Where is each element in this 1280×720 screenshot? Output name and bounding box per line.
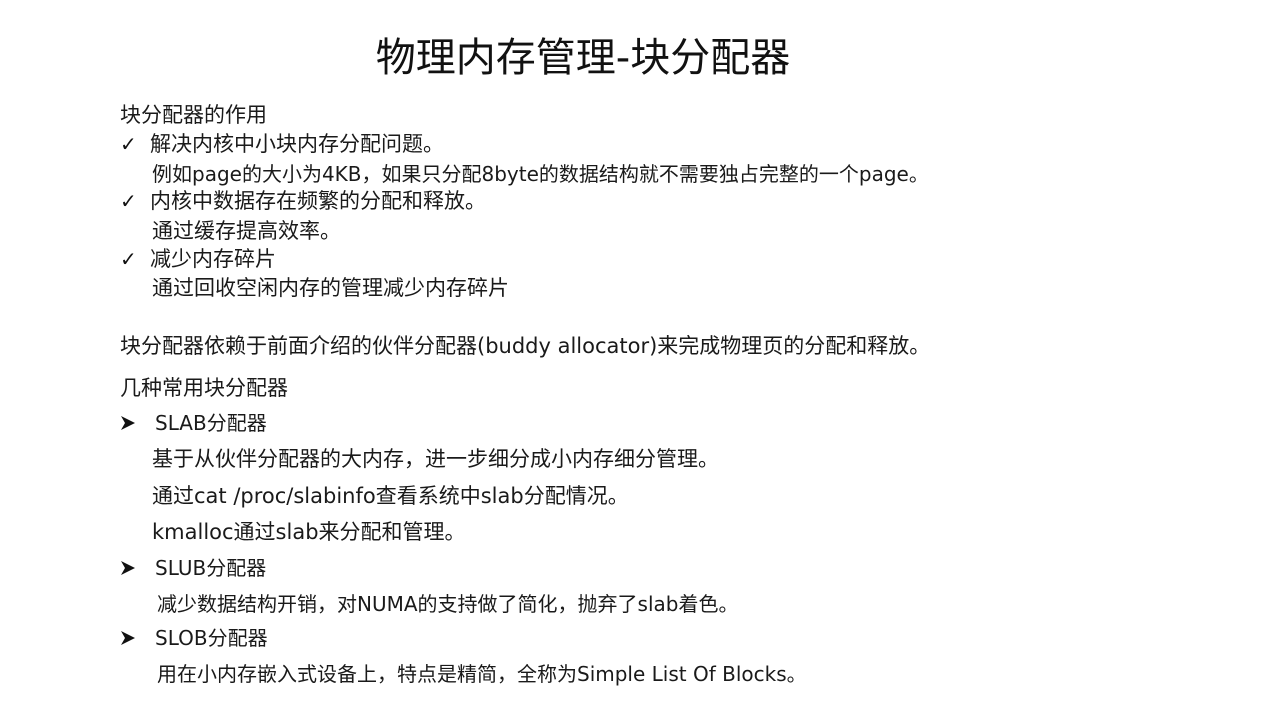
check-mark-icon: ✓ [120,132,137,156]
allocator-slob-detail-1: 用在小内存嵌入式设备上，特点是精简，全称为Simple List Of Bloc… [157,662,807,686]
arrowhead-bullet-icon [121,561,135,575]
purpose-item-2: 内核中数据存在频繁的分配和释放。 [150,189,486,213]
allocator-slab-detail-3: kmalloc通过slab来分配和管理。 [152,520,466,544]
check-mark-icon: ✓ [120,189,137,213]
allocator-slab-detail-1: 基于从伙伴分配器的大内存，进一步细分成小内存细分管理。 [152,447,719,471]
purpose-item-3-detail: 通过回收空闲内存的管理减少内存碎片 [152,276,509,300]
purpose-item-1: 解决内核中小块内存分配问题。 [150,132,444,156]
purpose-item-1-detail: 例如page的大小为4KB，如果只分配8byte的数据结构就不需要独占完整的一个… [152,162,929,186]
purpose-item-2-detail: 通过缓存提高效率。 [152,219,341,243]
allocator-slab-detail-2: 通过cat /proc/slabinfo查看系统中slab分配情况。 [152,484,629,508]
slide: 物理内存管理-块分配器 块分配器的作用 ✓ 解决内核中小块内存分配问题。 例如p… [0,0,1280,720]
section-heading-allocators: 几种常用块分配器 [120,376,288,400]
arrowhead-bullet-icon [121,416,135,430]
slide-title: 物理内存管理-块分配器 [375,35,791,81]
arrowhead-bullet-icon [121,631,135,645]
allocator-slub-detail-1: 减少数据结构开销，对NUMA的支持做了简化，抛弃了slab着色。 [157,592,739,616]
section-heading-purpose: 块分配器的作用 [120,103,267,127]
allocator-slub-name: SLUB分配器 [155,556,267,580]
allocator-slob-name: SLOB分配器 [155,626,268,650]
check-mark-icon: ✓ [120,247,137,271]
purpose-item-3: 减少内存碎片 [150,247,276,271]
dependency-text: 块分配器依赖于前面介绍的伙伴分配器(buddy allocator)来完成物理页… [120,334,931,358]
allocator-slab-name: SLAB分配器 [155,411,267,435]
